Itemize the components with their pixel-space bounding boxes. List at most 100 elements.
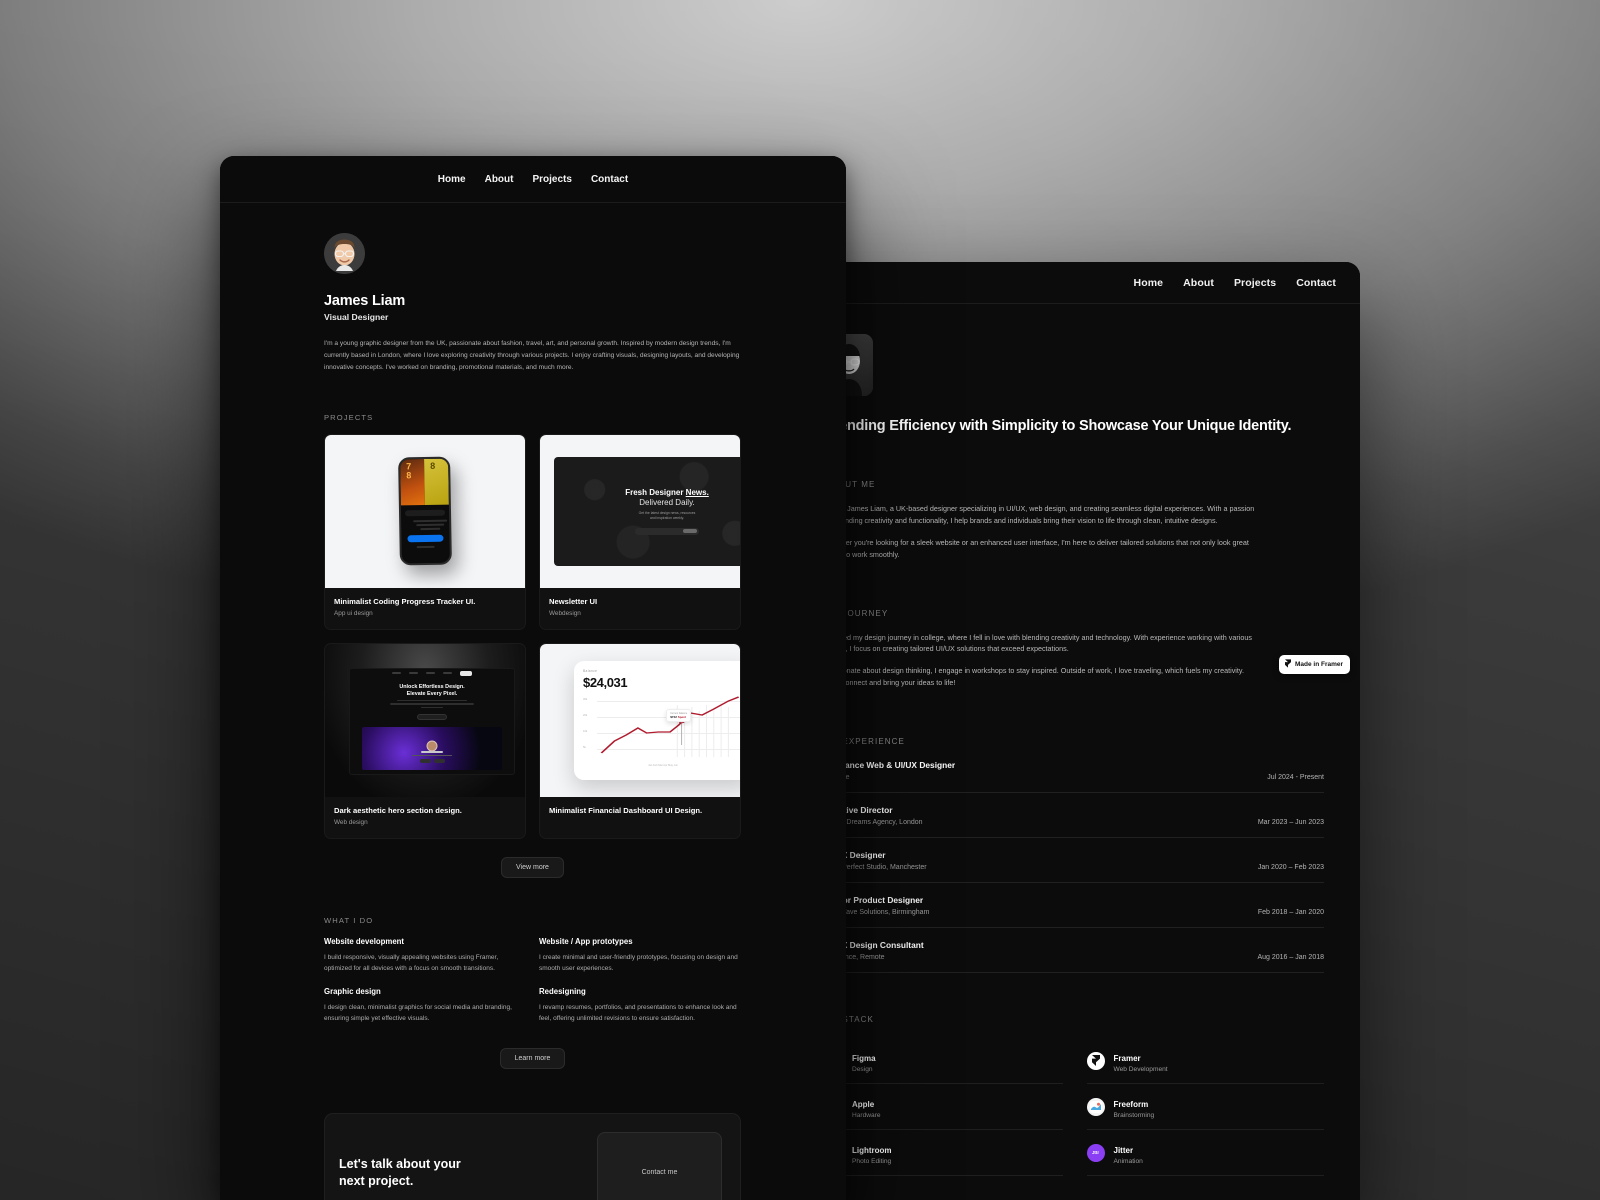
- finance-card-art: Balance $24,031 30k 20k 10k 5k Current b…: [574, 660, 740, 780]
- cta-heading: Let's talk about your next project.: [339, 1156, 461, 1188]
- service-title: Website development: [324, 936, 405, 946]
- finance-label: Balance: [583, 668, 598, 673]
- finance-tooltip-tag: Spent: [677, 715, 687, 720]
- profile-role: Visual Designer: [324, 312, 389, 322]
- stack-grid: Figma Design Framer Web Development Appl…: [825, 1038, 1324, 1176]
- stack-item-apple[interactable]: Apple Hardware: [825, 1084, 1063, 1130]
- contact-cta: Let's talk about your next project. Cont…: [324, 1112, 741, 1200]
- made-in-framer-badge[interactable]: Made in Framer: [1279, 655, 1351, 674]
- experience-row: Freelance Web & UI/UX Designer Remote Ju…: [825, 760, 1324, 793]
- home-nav-home[interactable]: Home: [438, 174, 466, 185]
- finance-tooltip-value: $742: [670, 715, 677, 720]
- project-thumbnail: Balance $24,031 30k 20k 10k 5k Current b…: [540, 643, 740, 797]
- about-hero-title: Blending Efficiency with Simplicity to S…: [825, 418, 1292, 434]
- hero-headline: Unlock Effortless Design. Elevate Every …: [399, 683, 465, 697]
- home-page-window[interactable]: Home About Projects Contact James Liam V…: [220, 156, 846, 1200]
- stack-item-figma[interactable]: Figma Design: [825, 1038, 1063, 1084]
- service-title: Website / App prototypes: [539, 936, 633, 946]
- about-nav-about[interactable]: About: [1183, 277, 1214, 289]
- about-nav: Home About Projects Contact: [1134, 277, 1336, 289]
- project-card[interactable]: Unlock Effortless Design. Elevate Every …: [324, 642, 526, 839]
- projects-grid: 78 8 Minimalist Coding Progress Tracker …: [324, 433, 846, 839]
- service-title: Graphic design: [324, 986, 381, 996]
- freeform-icon: [1086, 1097, 1105, 1116]
- stack-sub: Photo Editing: [852, 1158, 892, 1165]
- view-more-button[interactable]: View more: [501, 856, 564, 878]
- experience-date: Feb 2018 – Jan 2020: [1257, 909, 1324, 916]
- hero-cta-button[interactable]: [417, 714, 447, 721]
- my-experience-label: MY EXPERIENCE: [825, 737, 905, 746]
- experience-date: Aug 2016 – Jan 2018: [1257, 954, 1324, 961]
- service-item: Graphic design I design clean, minimalis…: [324, 987, 526, 1024]
- project-title: Minimalist Coding Progress Tracker UI.: [334, 596, 476, 606]
- about-nav-home[interactable]: Home: [1134, 277, 1164, 289]
- newsletter-headline: Fresh Designer News.: [625, 487, 709, 497]
- home-navbar: Home About Projects Contact: [220, 156, 846, 203]
- framer-badge-label: Made in Framer: [1295, 661, 1344, 668]
- experience-date: Jan 2020 – Feb 2023: [1257, 864, 1324, 871]
- project-card[interactable]: Fresh Designer News. Delivered Daily. Ge…: [539, 433, 741, 630]
- newsletter-blurb: Get the latest design news, resources and…: [638, 510, 696, 521]
- finance-amount: $24,031: [583, 674, 628, 690]
- my-journey-label: MY JOURNEY: [825, 608, 889, 618]
- stack-sub: Brainstorming: [1113, 1112, 1155, 1119]
- finance-footer: Jan Feb Mar Apr May Jun: [648, 763, 678, 767]
- stack-sub: Animation: [1113, 1158, 1143, 1165]
- stack-name: Lightroom: [852, 1146, 892, 1155]
- projects-label: PROJECTS: [324, 412, 374, 422]
- service-item: Redesigning I revamp resumes, portfolios…: [539, 987, 741, 1024]
- project-thumbnail: Unlock Effortless Design. Elevate Every …: [325, 643, 525, 797]
- service-item: Website / App prototypes I create minima…: [539, 937, 741, 974]
- project-category: Webdesign: [549, 609, 581, 617]
- profile-intro: I'm a young graphic designer from the UK…: [324, 340, 740, 372]
- stack-item-freeform[interactable]: Freeform Brainstorming: [1086, 1084, 1324, 1130]
- home-nav-projects[interactable]: Projects: [532, 174, 571, 185]
- about-me-label: ABOUT ME: [825, 480, 876, 489]
- project-category: App ui design: [334, 609, 373, 617]
- stack-sub: Web Development: [1113, 1066, 1168, 1073]
- experience-row: UI/UX Designer Pixel Perfect Studio, Man…: [825, 850, 1324, 883]
- services-grid: Website development I build responsive, …: [324, 937, 741, 1024]
- hero-image: [362, 727, 502, 771]
- home-nav: Home About Projects Contact: [438, 174, 628, 185]
- hero-avatar-icon: [426, 740, 438, 752]
- stack-sub: Design: [852, 1066, 873, 1073]
- stack-name: Figma: [852, 1054, 876, 1063]
- home-nav-about[interactable]: About: [485, 174, 514, 185]
- about-paragraph: Hi, I'm James Liam, a UK-based designer …: [825, 504, 1255, 525]
- home-nav-contact[interactable]: Contact: [591, 174, 628, 185]
- stack-item-jitter[interactable]: Jttr Jitter Animation: [1086, 1130, 1324, 1176]
- stack-item-lightroom[interactable]: Lr Lightroom Photo Editing: [825, 1130, 1063, 1176]
- stack-name: Jitter: [1113, 1146, 1134, 1155]
- stack-name: Framer: [1113, 1054, 1141, 1063]
- experience-list: Freelance Web & UI/UX Designer Remote Ju…: [825, 760, 1324, 973]
- stack-item-framer[interactable]: Framer Web Development: [1086, 1038, 1324, 1084]
- finance-tooltip: Current balance $742 Spent: [666, 709, 692, 723]
- learn-more-button[interactable]: Learn more: [499, 1047, 566, 1069]
- project-thumbnail: 78 8: [325, 434, 525, 588]
- project-title: Dark aesthetic hero section design.: [334, 805, 462, 815]
- hero-browser-nav: [350, 669, 514, 678]
- experience-row: Creative Director Digital Dreams Agency,…: [825, 805, 1324, 838]
- project-card[interactable]: 78 8 Minimalist Coding Progress Tracker …: [324, 433, 526, 630]
- service-desc: I revamp resumes, portfolios, and presen…: [539, 1003, 737, 1022]
- service-item: Website development I build responsive, …: [324, 937, 526, 974]
- project-category: Web design: [334, 818, 368, 826]
- experience-date: Mar 2023 – Jun 2023: [1257, 819, 1324, 826]
- about-nav-contact[interactable]: Contact: [1296, 277, 1336, 289]
- memoji-avatar-icon: [324, 233, 365, 274]
- project-card[interactable]: Balance $24,031 30k 20k 10k 5k Current b…: [539, 642, 741, 839]
- about-nav-projects[interactable]: Projects: [1234, 277, 1276, 289]
- project-thumbnail: Fresh Designer News. Delivered Daily. Ge…: [540, 434, 740, 588]
- contact-me-button[interactable]: Contact me: [597, 1131, 722, 1200]
- service-desc: I design clean, minimalist graphics for …: [324, 1003, 512, 1022]
- newsletter-email-input[interactable]: [635, 527, 699, 535]
- service-desc: I create minimal and user-friendly proto…: [539, 953, 738, 972]
- my-stack-label: MY STACK: [825, 1015, 874, 1024]
- about-paragraph: Whether you're looking for a sleek websi…: [825, 537, 1249, 559]
- experience-date: Jul 2024 - Present: [1267, 774, 1324, 781]
- project-title: Newsletter UI: [549, 596, 598, 606]
- journey-paragraph: Passionate about design thinking, I enga…: [825, 666, 1244, 688]
- journey-paragraph: I started my design journey in college, …: [825, 632, 1252, 654]
- stack-sub: Hardware: [852, 1112, 881, 1119]
